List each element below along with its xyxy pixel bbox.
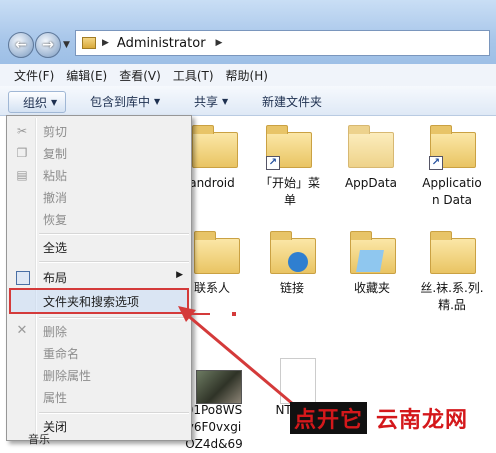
watermark-site-text: 云南龙网 (376, 407, 469, 433)
watermark-dark-text: 点开它 (290, 402, 368, 434)
annotation-dot (232, 312, 236, 316)
watermark: 点开它 云南龙网 (290, 398, 490, 438)
annotation-arrow (178, 306, 301, 412)
annotation-arrow-line (185, 312, 301, 412)
